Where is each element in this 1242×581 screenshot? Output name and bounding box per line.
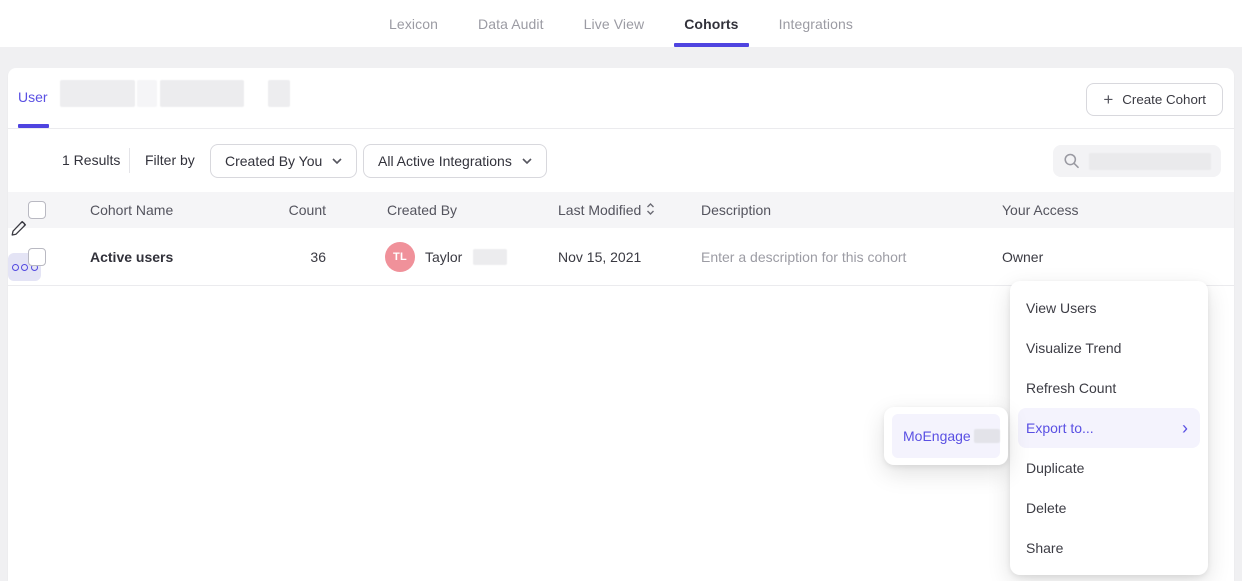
menu-item-view-users[interactable]: View Users xyxy=(1010,288,1208,328)
results-count: 1 Results xyxy=(62,152,120,168)
cohort-count: 36 xyxy=(288,249,326,265)
search-input[interactable] xyxy=(1053,145,1221,177)
tab-label: Lexicon xyxy=(389,16,438,32)
select-all-checkbox[interactable] xyxy=(28,201,46,219)
cohort-type-tabs: User + Create Cohort xyxy=(8,68,1234,129)
column-header-last-modified[interactable]: Last Modified xyxy=(558,202,655,218)
create-cohort-label: Create Cohort xyxy=(1122,92,1206,107)
tab-label: Live View xyxy=(584,16,645,32)
tab-cohorts[interactable]: Cohorts xyxy=(670,0,752,47)
create-cohort-button[interactable]: + Create Cohort xyxy=(1086,83,1223,116)
sort-icon xyxy=(646,202,655,216)
column-header-count[interactable]: Count xyxy=(288,202,326,218)
submenu-item-label: MoEngage xyxy=(903,428,971,444)
tab-user[interactable]: User xyxy=(18,89,48,105)
chevron-right-icon: › xyxy=(1182,419,1188,437)
tab-label: Cohorts xyxy=(684,16,738,32)
avatar: TL xyxy=(385,242,415,272)
tab-lexicon[interactable]: Lexicon xyxy=(375,0,452,47)
table-row[interactable]: Active users 36 TL Taylor Nov 15, 2021 E… xyxy=(8,228,1234,286)
submenu-item-moengage[interactable]: MoEngage xyxy=(892,414,1000,458)
menu-item-share[interactable]: Share xyxy=(1010,528,1208,568)
menu-item-export-to[interactable]: Export to... › xyxy=(1018,408,1200,448)
tab-live-view[interactable]: Live View xyxy=(570,0,659,47)
table-header: Cohort Name Count Created By Last Modifi… xyxy=(8,192,1234,228)
column-header-created-by[interactable]: Created By xyxy=(387,202,457,218)
redacted-tab[interactable] xyxy=(160,80,244,107)
description-placeholder[interactable]: Enter a description for this cohort xyxy=(701,249,906,265)
integrations-dropdown[interactable]: All Active Integrations xyxy=(363,144,547,178)
cohort-actions-menu: View Users Visualize Trend Refresh Count… xyxy=(1010,281,1208,575)
redacted-submenu-text xyxy=(974,429,1000,443)
menu-item-duplicate[interactable]: Duplicate xyxy=(1010,448,1208,488)
top-navigation: Lexicon Data Audit Live View Cohorts Int… xyxy=(0,0,1242,47)
row-checkbox[interactable] xyxy=(28,248,46,266)
tab-integrations[interactable]: Integrations xyxy=(765,0,867,47)
edit-pencil-icon[interactable] xyxy=(8,217,30,239)
search-icon xyxy=(1063,152,1081,170)
active-tab-underline xyxy=(674,43,748,47)
column-header-your-access[interactable]: Your Access xyxy=(1002,202,1079,218)
created-by-dropdown[interactable]: Created By You xyxy=(210,144,357,178)
dot-icon xyxy=(12,264,19,271)
chevron-down-icon xyxy=(332,158,342,164)
column-header-cohort-name[interactable]: Cohort Name xyxy=(90,202,173,218)
tab-label: Data Audit xyxy=(478,16,544,32)
redacted-tab[interactable] xyxy=(60,80,135,107)
menu-item-refresh-count[interactable]: Refresh Count xyxy=(1010,368,1208,408)
tab-label: Integrations xyxy=(779,16,853,32)
redacted-last-name xyxy=(473,249,507,265)
tab-data-audit[interactable]: Data Audit xyxy=(464,0,558,47)
dot-icon xyxy=(21,264,28,271)
filter-by-label: Filter by xyxy=(145,152,195,168)
menu-item-label: Export to... xyxy=(1026,420,1094,436)
menu-item-delete[interactable]: Delete xyxy=(1010,488,1208,528)
redacted-tab[interactable] xyxy=(268,80,290,107)
export-submenu: MoEngage xyxy=(884,407,1008,465)
last-modified-date: Nov 15, 2021 xyxy=(558,249,641,265)
cohorts-panel: User + Create Cohort 1 Results Filter by… xyxy=(8,68,1234,581)
column-header-description[interactable]: Description xyxy=(701,202,771,218)
column-header-label: Last Modified xyxy=(558,202,641,218)
integrations-dropdown-value: All Active Integrations xyxy=(378,153,512,169)
access-level: Owner xyxy=(1002,249,1043,265)
redacted-search-text xyxy=(1089,153,1212,170)
chevron-down-icon xyxy=(522,158,532,164)
created-by-dropdown-value: Created By You xyxy=(225,153,322,169)
created-by-name: Taylor xyxy=(425,249,462,265)
redacted-tab[interactable] xyxy=(137,80,157,107)
filter-row: 1 Results Filter by Created By You All A… xyxy=(8,129,1234,192)
divider xyxy=(129,148,130,173)
cohort-name[interactable]: Active users xyxy=(90,249,173,265)
plus-icon: + xyxy=(1103,91,1113,108)
menu-item-visualize-trend[interactable]: Visualize Trend xyxy=(1010,328,1208,368)
user-tab-underline xyxy=(18,124,49,128)
